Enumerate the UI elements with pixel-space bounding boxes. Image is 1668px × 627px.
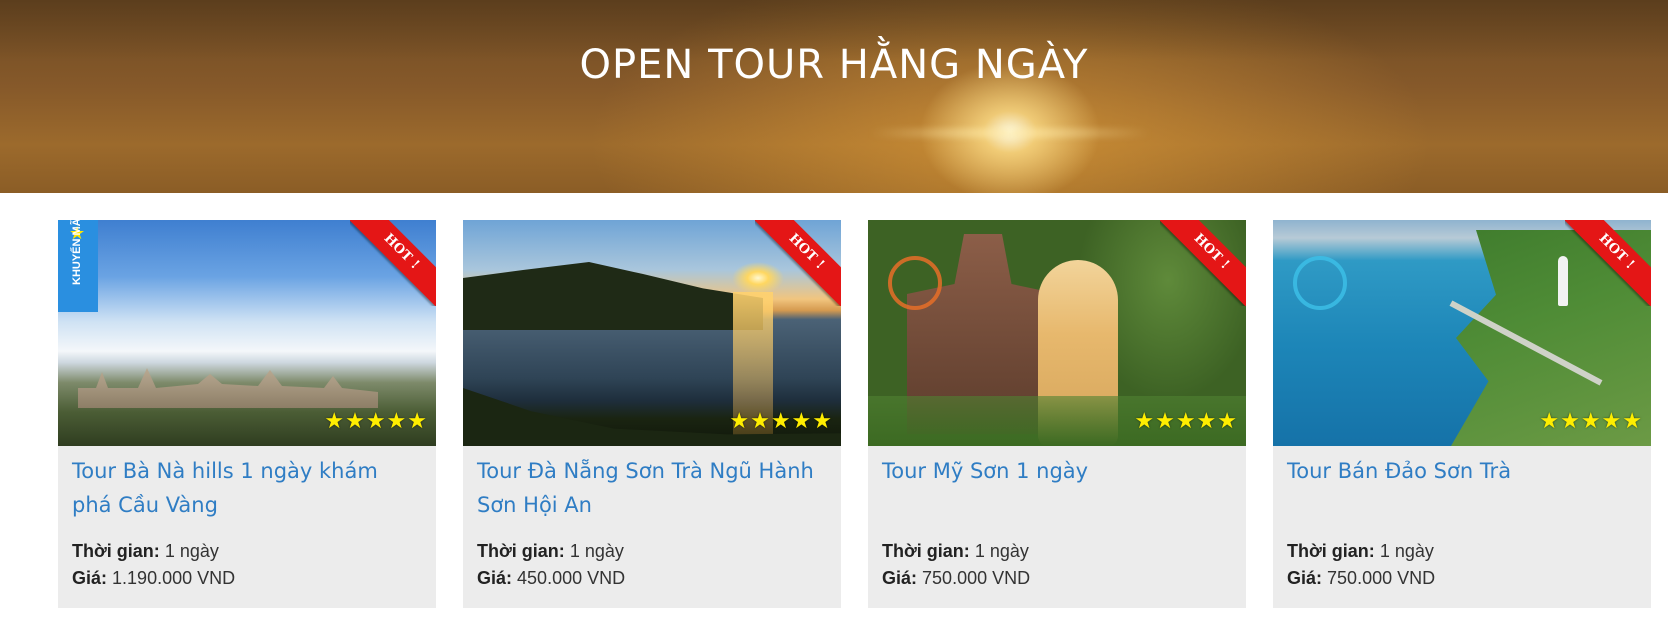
rating-stars: ★★★★★ — [324, 408, 428, 433]
tour-meta: Thời gian: 1 ngày Giá: 750.000 VND — [882, 538, 1228, 592]
castle-scenery — [78, 368, 378, 408]
hot-label: HOT ! — [755, 220, 841, 306]
price-row: Giá: 1.190.000 VND — [72, 565, 418, 592]
section-title: OPEN TOUR HẰNG NGÀY — [579, 42, 1089, 88]
duration-label: Thời gian: — [477, 541, 565, 561]
duration-value: 1 ngày — [569, 541, 624, 561]
tour-meta: Thời gian: 1 ngày Giá: 750.000 VND — [1287, 538, 1633, 592]
price-value: 750.000 VND — [1327, 568, 1436, 588]
duration-value: 1 ngày — [164, 541, 219, 561]
price-value: 750.000 VND — [922, 568, 1031, 588]
tour-title-link[interactable]: Tour Đà Nẵng Sơn Trà Ngũ Hành Sơn Hội An — [477, 454, 823, 522]
price-label: Giá: — [882, 568, 918, 588]
tour-image[interactable]: HOT ! ★★★★★ — [463, 220, 841, 446]
duration-label: Thời gian: — [882, 541, 970, 561]
duration-row: Thời gian: 1 ngày — [882, 538, 1228, 565]
tour-title-link[interactable]: Tour Bán Đảo Sơn Trà — [1287, 454, 1633, 488]
promo-badge: ★ KHUYẾN MÃI — [58, 220, 98, 312]
price-row: Giá: 750.000 VND — [1287, 565, 1633, 592]
duration-row: Thời gian: 1 ngày — [72, 538, 418, 565]
price-label: Giá: — [1287, 568, 1323, 588]
tour-image[interactable]: HOT ! ★★★★★ — [868, 220, 1246, 446]
hot-label: HOT ! — [1565, 220, 1651, 306]
hill-scenery — [463, 262, 763, 330]
price-value: 1.190.000 VND — [112, 568, 236, 588]
tour-card[interactable]: HOT ! ★★★★★ Tour Mỹ Sơn 1 ngày Thời gian… — [868, 220, 1246, 608]
hot-ribbon: HOT ! — [755, 220, 841, 306]
hot-label: HOT ! — [350, 220, 436, 306]
tour-card[interactable]: HOT ! ★★★★★ Tour Bán Đảo Sơn Trà Thời gi… — [1273, 220, 1651, 608]
tour-title-link[interactable]: Tour Bà Nà hills 1 ngày khám phá Cầu Vàn… — [72, 454, 418, 522]
rating-stars: ★★★★★ — [729, 408, 833, 433]
duration-label: Thời gian: — [72, 541, 160, 561]
hot-label: HOT ! — [1160, 220, 1246, 306]
section-banner: OPEN TOUR HẰNG NGÀY — [0, 0, 1668, 193]
tour-card[interactable]: ★ KHUYẾN MÃI HOT ! ★★★★★ Tour Bà Nà hill… — [58, 220, 436, 608]
price-label: Giá: — [72, 568, 108, 588]
watermark-logo — [888, 256, 942, 310]
price-row: Giá: 750.000 VND — [882, 565, 1228, 592]
tour-image[interactable]: HOT ! ★★★★★ — [1273, 220, 1651, 446]
tour-title-link[interactable]: Tour Mỹ Sơn 1 ngày — [882, 454, 1228, 488]
tour-meta: Thời gian: 1 ngày Giá: 450.000 VND — [477, 538, 823, 592]
watermark-logo — [1293, 256, 1347, 310]
duration-value: 1 ngày — [974, 541, 1029, 561]
duration-row: Thời gian: 1 ngày — [1287, 538, 1633, 565]
sun-glare — [870, 128, 1150, 138]
duration-value: 1 ngày — [1379, 541, 1434, 561]
tour-meta: Thời gian: 1 ngày Giá: 1.190.000 VND — [72, 538, 418, 592]
price-value: 450.000 VND — [517, 568, 626, 588]
price-label: Giá: — [477, 568, 513, 588]
tour-image[interactable]: ★ KHUYẾN MÃI HOT ! ★★★★★ — [58, 220, 436, 446]
hot-ribbon: HOT ! — [1160, 220, 1246, 306]
hot-ribbon: HOT ! — [1565, 220, 1651, 306]
hot-ribbon: HOT ! — [350, 220, 436, 306]
price-row: Giá: 450.000 VND — [477, 565, 823, 592]
rating-stars: ★★★★★ — [1134, 408, 1238, 433]
rating-stars: ★★★★★ — [1539, 408, 1643, 433]
duration-row: Thời gian: 1 ngày — [477, 538, 823, 565]
promo-badge-label: KHUYẾN MÃI — [71, 220, 83, 285]
tour-card[interactable]: HOT ! ★★★★★ Tour Đà Nẵng Sơn Trà Ngũ Hàn… — [463, 220, 841, 608]
duration-label: Thời gian: — [1287, 541, 1375, 561]
